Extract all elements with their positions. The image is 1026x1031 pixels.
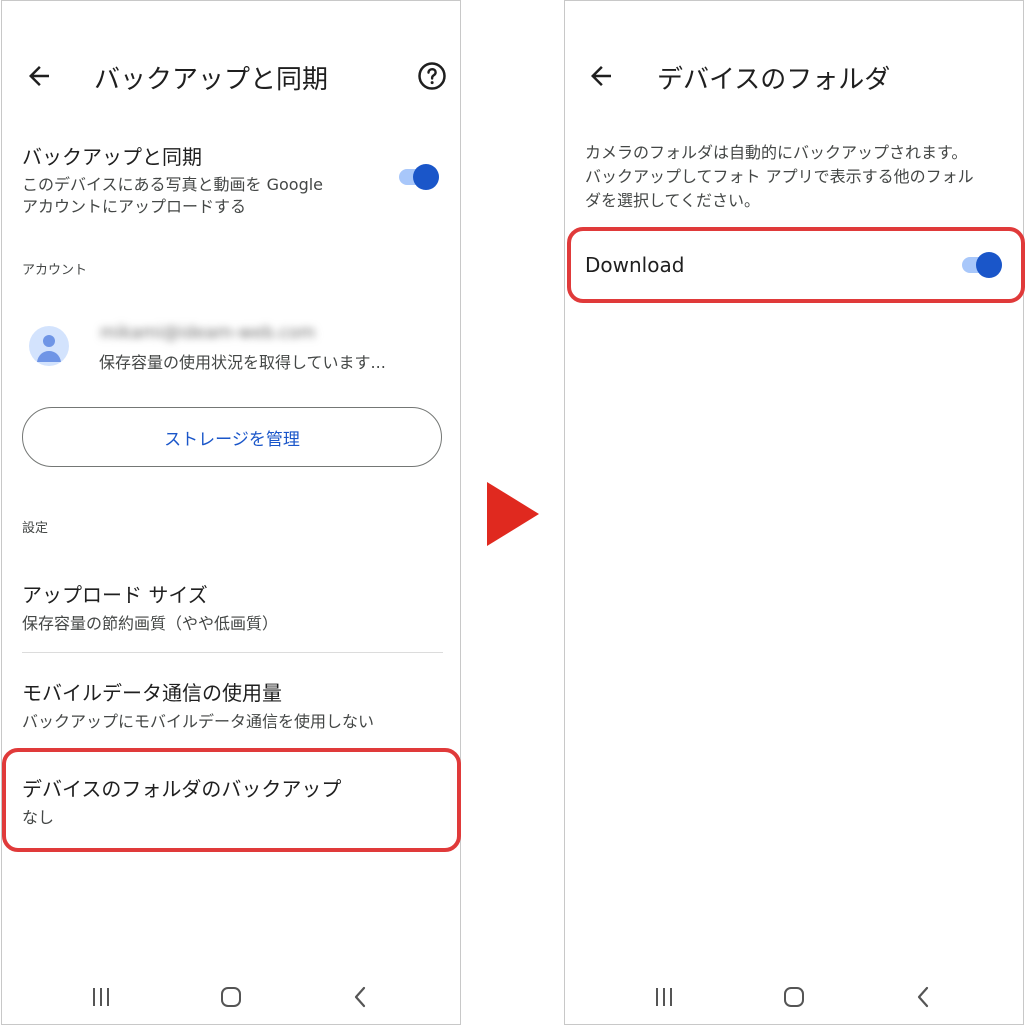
backup-sync-toggle[interactable]: [395, 160, 443, 192]
folder-description-line2: バックアップしてフォト アプリで表示する他のフォル: [585, 167, 974, 186]
backup-sync-subtitle-line2: アカウントにアップロードする: [22, 197, 247, 216]
folder-description: カメラのフォルダは自動的にバックアップされます。 バックアップしてフォト アプリ…: [585, 141, 1015, 213]
upload-size-subtitle: 保存容量の節約画質（やや低画質）: [22, 614, 279, 633]
back-icon[interactable]: [346, 982, 376, 1012]
folder-item[interactable]: Download: [585, 253, 885, 277]
recent-apps-icon[interactable]: [86, 982, 116, 1012]
mobile-data-subtitle: バックアップにモバイルデータ通信を使用しない: [22, 712, 375, 731]
system-nav-bar: [565, 961, 1023, 1031]
manage-storage-button[interactable]: ストレージを管理: [22, 407, 442, 467]
next-step-arrow-icon: [487, 482, 539, 546]
toggle-knob: [413, 164, 439, 190]
backup-sync-title: バックアップと同期: [22, 145, 202, 169]
system-nav-bar: [2, 961, 460, 1031]
home-icon[interactable]: [216, 982, 246, 1012]
arrow-back-icon[interactable]: [24, 61, 54, 91]
home-icon[interactable]: [779, 982, 809, 1012]
mobile-data-title: モバイルデータ通信の使用量: [22, 681, 282, 705]
arrow-back-icon[interactable]: [586, 61, 616, 91]
device-folder-backup-title: デバイスのフォルダのバックアップ: [22, 777, 342, 801]
left-phone-screen: バックアップと同期 バックアップと同期 このデバイスにある写真と動画を Goog…: [1, 0, 461, 1025]
device-folder-backup-subtitle: なし: [22, 808, 55, 827]
device-folder-backup-setting[interactable]: デバイスのフォルダのバックアップ なし: [22, 773, 442, 829]
page-title: デバイスのフォルダ: [657, 65, 891, 95]
folder-description-line1: カメラのフォルダは自動的にバックアップされます。: [585, 143, 968, 162]
back-icon[interactable]: [909, 982, 939, 1012]
recent-apps-icon[interactable]: [649, 982, 679, 1012]
right-phone-screen: デバイスのフォルダ カメラのフォルダは自動的にバックアップされます。 バックアッ…: [564, 0, 1025, 1025]
toggle-knob: [976, 252, 1002, 278]
account-section-label: アカウント: [22, 263, 88, 278]
divider: [22, 652, 443, 653]
upload-size-title: アップロード サイズ: [22, 583, 208, 607]
storage-status: 保存容量の使用状況を取得しています...: [99, 353, 386, 372]
person-icon: [37, 335, 61, 362]
backup-sync-subtitle-line1: このデバイスにある写真と動画を Google: [22, 175, 324, 194]
folder-description-line3: ダを選択してください。: [585, 191, 761, 210]
settings-section-label: 設定: [22, 521, 49, 536]
backup-sync-setting[interactable]: バックアップと同期 このデバイスにある写真と動画を Google アカウントにア…: [22, 141, 382, 221]
avatar: [29, 326, 69, 366]
folder-name: Download: [585, 253, 685, 277]
help-circle-icon[interactable]: [417, 61, 447, 91]
upload-size-setting[interactable]: アップロード サイズ 保存容量の節約画質（やや低画質）: [22, 579, 442, 635]
page-title: バックアップと同期: [94, 65, 329, 95]
mobile-data-setting[interactable]: モバイルデータ通信の使用量 バックアップにモバイルデータ通信を使用しない: [22, 677, 442, 733]
account-email: mikami@ideam-web.com: [100, 323, 316, 343]
download-folder-toggle[interactable]: [958, 248, 1006, 280]
